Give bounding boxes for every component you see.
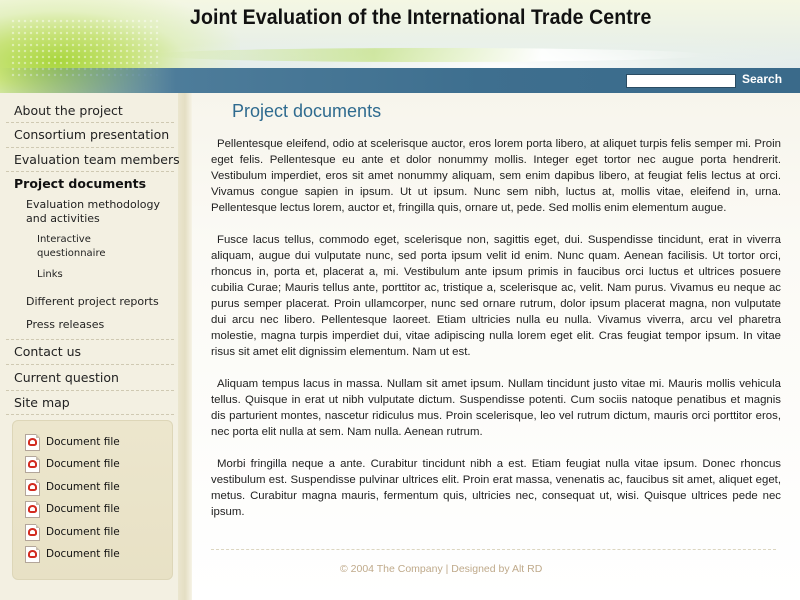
document-file-label: Document file bbox=[46, 436, 120, 448]
sidebar-edge bbox=[178, 93, 192, 600]
sidebar-item-current-question[interactable]: Current question bbox=[14, 370, 119, 385]
subnav-item-evaluation-methodology[interactable]: Evaluation methodology and activities bbox=[26, 198, 171, 226]
nav-divider bbox=[6, 390, 174, 391]
document-file-label: Document file bbox=[46, 481, 120, 493]
nav-divider bbox=[6, 414, 174, 415]
nav-divider bbox=[6, 122, 174, 123]
footer-credits: © 2004 The Company | Designed by Alt RD bbox=[340, 563, 543, 575]
subnav-item-interactive-questionnaire[interactable]: Interactive questionnaire bbox=[37, 233, 122, 261]
sidebar-item-about-the-project[interactable]: About the project bbox=[14, 103, 123, 118]
subnav-item-press-releases[interactable]: Press releases bbox=[26, 318, 104, 332]
search-input[interactable] bbox=[626, 74, 736, 88]
nav-divider bbox=[6, 364, 174, 365]
pdf-icon bbox=[25, 546, 40, 563]
document-file-label: Document file bbox=[46, 526, 120, 538]
sidebar-item-consortium-presentation[interactable]: Consortium presentation bbox=[14, 127, 169, 142]
paragraph: Pellentesque eleifend, odio at scelerisq… bbox=[211, 138, 781, 214]
nav-divider bbox=[6, 171, 174, 172]
nav-divider bbox=[6, 147, 174, 148]
search-button[interactable]: Search bbox=[742, 72, 782, 86]
subnav-item-different-project-reports[interactable]: Different project reports bbox=[26, 295, 159, 309]
paragraph: Fusce lacus tellus, commodo eget, sceler… bbox=[211, 234, 781, 358]
page-title: Project documents bbox=[232, 101, 382, 121]
banner-swoosh bbox=[150, 48, 710, 62]
pdf-icon bbox=[25, 479, 40, 496]
pdf-icon bbox=[25, 524, 40, 541]
document-file-label: Document file bbox=[46, 548, 120, 560]
document-files-box: Document file Document file Document fil… bbox=[12, 420, 173, 580]
sidebar-item-site-map[interactable]: Site map bbox=[14, 395, 70, 410]
subnav-item-links[interactable]: Links bbox=[37, 268, 63, 282]
article-body: Pellentesque eleifend, odio at scelerisq… bbox=[211, 136, 781, 536]
document-file-label: Document file bbox=[46, 503, 120, 515]
pdf-icon bbox=[25, 456, 40, 473]
pdf-icon bbox=[25, 434, 40, 451]
footer-divider bbox=[211, 549, 776, 550]
paragraph: Aliquam tempus lacus in massa. Nullam si… bbox=[211, 378, 781, 438]
paragraph: Morbi fringilla neque a ante. Curabitur … bbox=[211, 458, 781, 518]
pdf-icon bbox=[25, 501, 40, 518]
sidebar-item-project-documents[interactable]: Project documents bbox=[14, 176, 146, 191]
sidebar-item-contact-us[interactable]: Contact us bbox=[14, 344, 81, 359]
document-file-label: Document file bbox=[46, 458, 120, 470]
site-title: Joint Evaluation of the International Tr… bbox=[190, 6, 652, 29]
sidebar-item-evaluation-team-members[interactable]: Evaluation team members bbox=[14, 152, 180, 167]
nav-divider bbox=[6, 339, 174, 340]
